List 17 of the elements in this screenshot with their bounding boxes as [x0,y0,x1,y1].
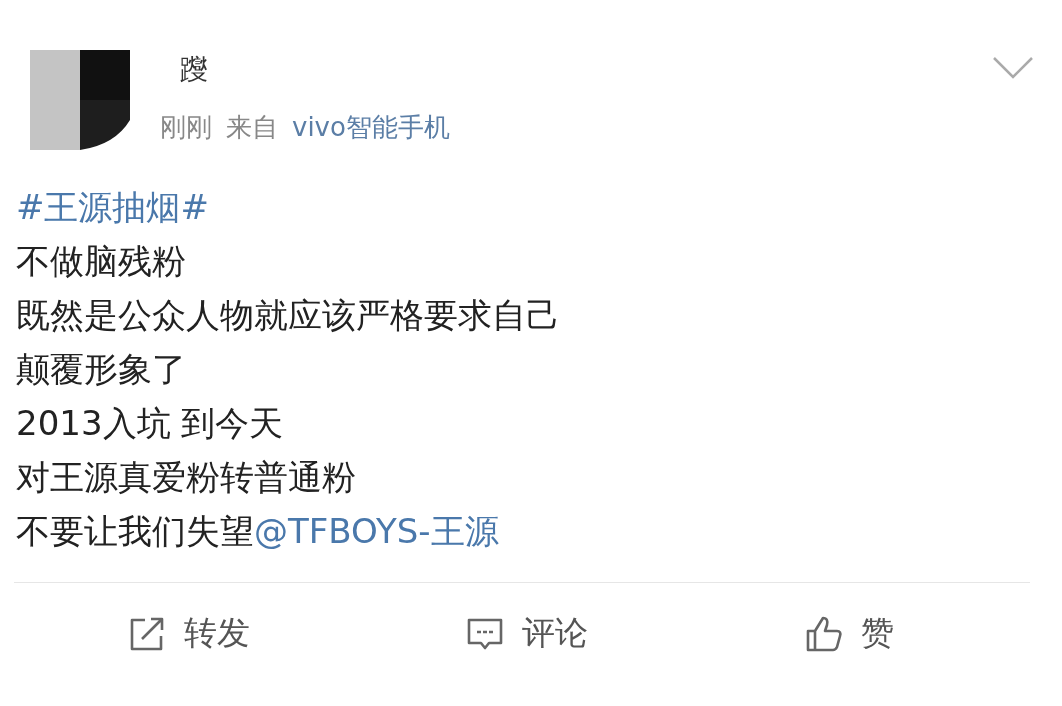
comment-button[interactable]: 评论 [456,605,599,662]
post-text-line: 2013入坑 到今天 [16,402,285,445]
username[interactable]: 躞 [180,50,450,90]
post-text-line: 不做脑残粉 [16,240,187,283]
post-time: 刚刚 [160,111,212,144]
avatar[interactable] [30,50,130,150]
thumbs-up-icon [804,614,843,653]
source-label: 来自 [226,111,278,144]
post-text-line: 不要让我们失望@TFBOYS-王源 [16,510,500,553]
post-text-line: 颠覆形象了 [16,348,187,391]
hashtag-link[interactable]: #王源抽烟# [16,187,209,227]
source-link[interactable]: vivo智能手机 [292,110,450,145]
repost-button[interactable]: 转发 [118,605,261,662]
mention-link[interactable]: @TFBOYS-王源 [254,511,499,551]
like-button[interactable]: 赞 [794,605,904,662]
post-text-line: 既然是公众人物就应该严格要求自己 [16,294,561,337]
post-text-line: 对王源真爱粉转普通粉 [16,456,357,499]
